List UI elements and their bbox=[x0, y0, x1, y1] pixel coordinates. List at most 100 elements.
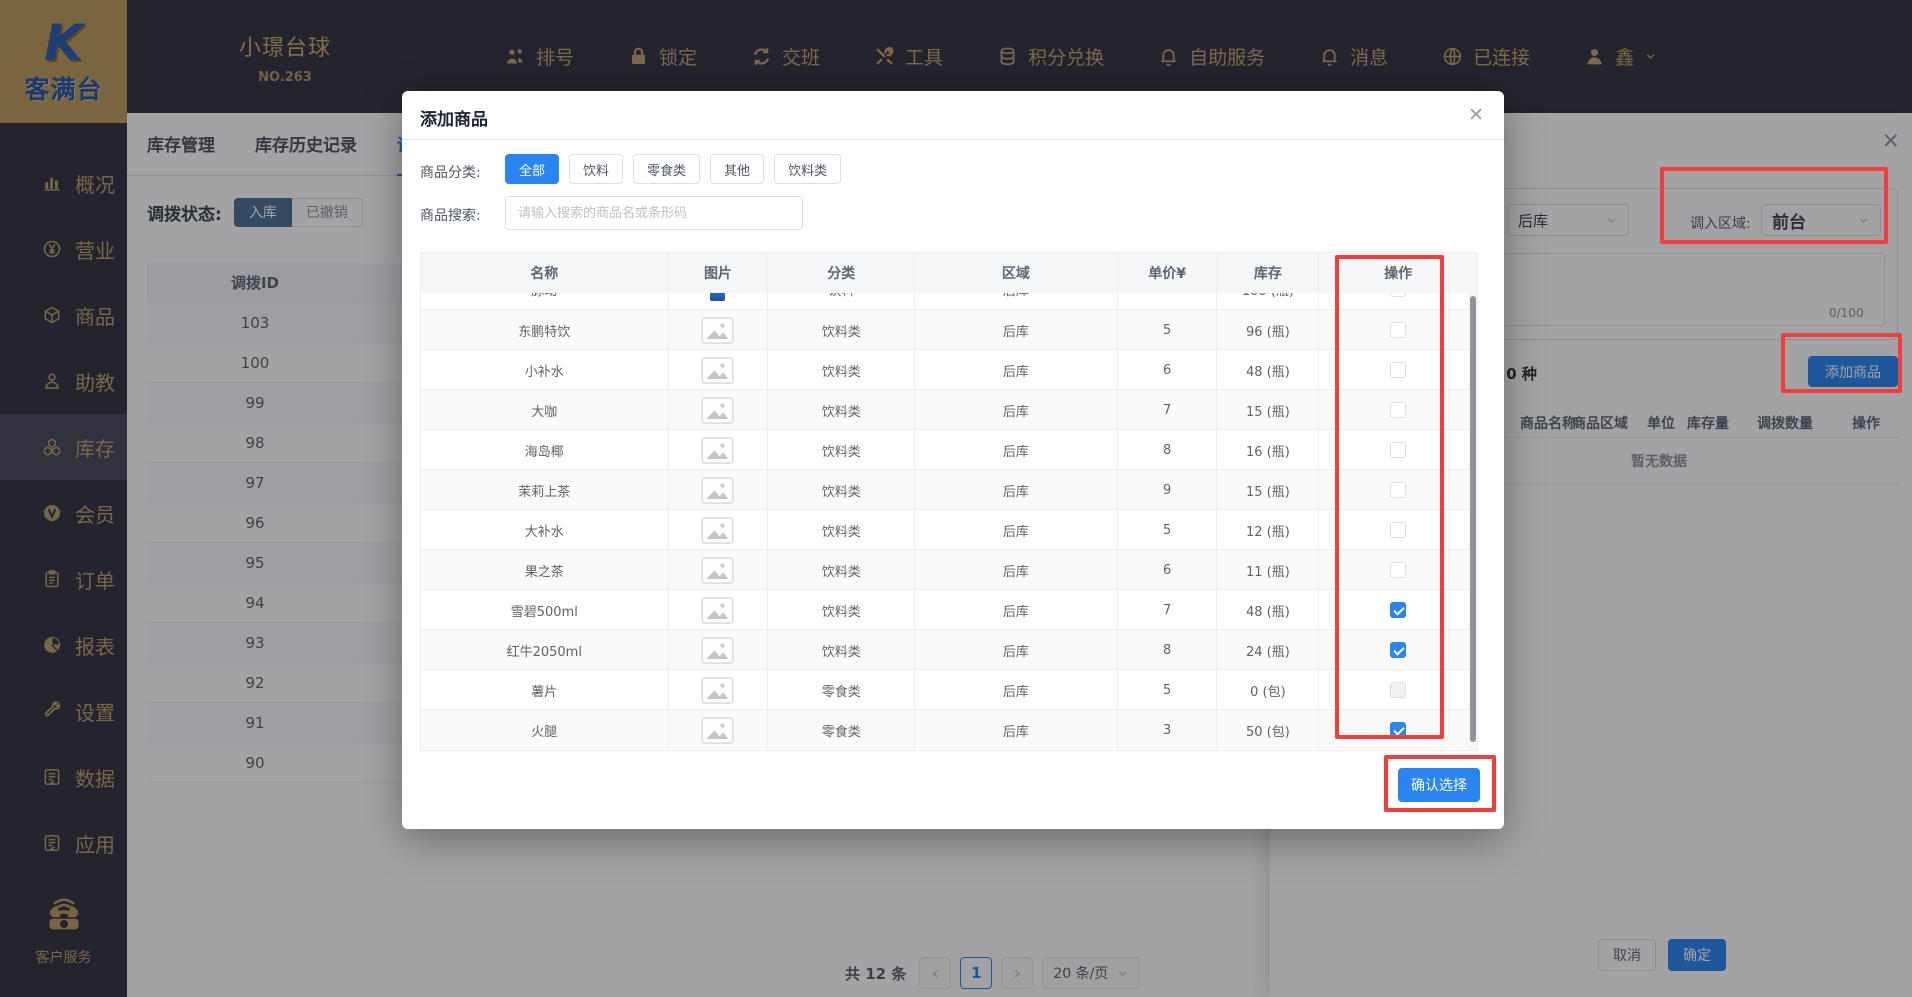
product-checkbox[interactable] bbox=[1390, 722, 1407, 738]
product-cell-area: 后库 bbox=[915, 550, 1118, 590]
product-cell-name: 海岛椰 bbox=[421, 430, 669, 470]
product-cell-check bbox=[1319, 350, 1477, 390]
product-checkbox[interactable] bbox=[1390, 362, 1407, 378]
category-chip-1[interactable]: 全部 bbox=[505, 154, 560, 184]
confirm-selection-button[interactable]: 确认选择 bbox=[1398, 768, 1480, 802]
product-table-header: 名称 图片 分类 区域 单价¥ 库存 操作 bbox=[421, 253, 1477, 293]
product-cell-name: 薯片 bbox=[421, 670, 669, 710]
product-cell-img bbox=[669, 710, 769, 750]
product-checkbox[interactable] bbox=[1390, 293, 1407, 297]
product-cell-area: 后库 bbox=[915, 470, 1118, 510]
product-cell-price: 8 bbox=[1118, 630, 1218, 670]
image-placeholder-icon bbox=[701, 516, 734, 544]
image-placeholder-icon bbox=[701, 556, 734, 584]
product-cell-check bbox=[1319, 670, 1477, 710]
product-table: 名称图片分类区域单价¥库存操作 脉动饮料后库7100 (瓶)东鹏特饮饮料类后库5… bbox=[420, 252, 1478, 751]
product-column-header: 分类 bbox=[768, 253, 916, 293]
product-cell-name: 红牛2050ml bbox=[421, 630, 669, 670]
product-cell-price: 6 bbox=[1118, 350, 1218, 390]
product-cell-stock: 15 (瓶) bbox=[1217, 470, 1320, 510]
product-cell-img bbox=[669, 550, 769, 590]
product-cell-img bbox=[669, 510, 769, 550]
product-cell-img bbox=[669, 310, 769, 350]
product-checkbox[interactable] bbox=[1390, 522, 1407, 538]
image-placeholder-icon bbox=[701, 436, 734, 464]
product-cell-price: 7 bbox=[1118, 293, 1218, 309]
product-row: 雪碧500ml 饮料类 后库 7 48 (瓶) bbox=[421, 589, 1477, 630]
product-cell-stock: 11 (瓶) bbox=[1217, 550, 1320, 590]
product-row: 海岛椰 饮料类 后库 8 16 (瓶) bbox=[421, 429, 1477, 470]
product-cell-name: 果之茶 bbox=[421, 550, 669, 590]
product-checkbox[interactable] bbox=[1390, 402, 1407, 418]
product-cell-img bbox=[669, 590, 769, 630]
product-cell-img bbox=[669, 350, 769, 390]
product-cell-price: 5 bbox=[1118, 310, 1218, 350]
category-filter-label: 商品分类: bbox=[420, 165, 481, 181]
product-row: 大咖 饮料类 后库 7 15 (瓶) bbox=[421, 389, 1477, 430]
category-chip-3[interactable]: 零食类 bbox=[633, 154, 701, 184]
product-cell-category: 零食类 bbox=[768, 670, 916, 710]
category-chip-4[interactable]: 其他 bbox=[710, 154, 765, 184]
product-checkbox[interactable] bbox=[1390, 322, 1407, 338]
category-chips: 全部 饮料 零食类 其他 饮料类 bbox=[505, 154, 842, 184]
product-checkbox[interactable] bbox=[1390, 642, 1407, 658]
product-cell-category: 零食类 bbox=[768, 710, 916, 750]
product-cell-img bbox=[669, 293, 769, 309]
product-cell-stock: 15 (瓶) bbox=[1217, 390, 1320, 430]
category-chip-5[interactable]: 饮料类 bbox=[774, 154, 842, 184]
product-checkbox[interactable] bbox=[1390, 442, 1407, 458]
table-scrollbar[interactable] bbox=[1469, 293, 1477, 750]
image-placeholder-icon bbox=[701, 356, 734, 384]
product-checkbox[interactable] bbox=[1390, 562, 1407, 578]
product-cell-stock: 100 (瓶) bbox=[1217, 293, 1320, 309]
image-placeholder-icon bbox=[701, 676, 734, 704]
product-cell-img bbox=[669, 630, 769, 670]
product-cell-category: 饮料类 bbox=[768, 310, 916, 350]
product-cell-category: 饮料类 bbox=[768, 350, 916, 390]
product-cell-name: 雪碧500ml bbox=[421, 590, 669, 630]
product-cell-name: 茉莉上茶 bbox=[421, 470, 669, 510]
product-checkbox[interactable] bbox=[1390, 682, 1407, 698]
product-cell-category: 饮料类 bbox=[768, 510, 916, 550]
product-cell-category: 饮料类 bbox=[768, 630, 916, 670]
product-row: 火腿 零食类 后库 3 50 (包) bbox=[421, 709, 1477, 750]
product-cell-category: 饮料类 bbox=[768, 430, 916, 470]
product-cell-stock: 0 (包) bbox=[1217, 670, 1320, 710]
image-placeholder-icon bbox=[701, 396, 734, 424]
product-cell-name: 火腿 bbox=[421, 710, 669, 750]
product-checkbox[interactable] bbox=[1390, 602, 1407, 618]
image-placeholder-icon bbox=[701, 316, 734, 344]
product-checkbox[interactable] bbox=[1390, 482, 1407, 498]
product-column-header: 操作 bbox=[1384, 266, 1413, 282]
product-cell-stock: 24 (瓶) bbox=[1217, 630, 1320, 670]
image-placeholder-icon bbox=[701, 596, 734, 624]
product-cell-stock: 48 (瓶) bbox=[1217, 350, 1320, 390]
product-cell-name: 大补水 bbox=[421, 510, 669, 550]
product-cell-name: 脉动 bbox=[421, 293, 669, 309]
product-cell-category: 饮料类 bbox=[768, 550, 916, 590]
product-cell-stock: 12 (瓶) bbox=[1217, 510, 1320, 550]
product-cell-price: 7 bbox=[1118, 590, 1218, 630]
product-row: 果之茶 饮料类 后库 6 11 (瓶) bbox=[421, 549, 1477, 590]
product-column-header: 单价¥ bbox=[1118, 253, 1218, 293]
product-cell-check bbox=[1319, 710, 1477, 750]
product-cell-category: 饮料类 bbox=[768, 590, 916, 630]
category-chip-2[interactable]: 饮料 bbox=[569, 154, 624, 184]
scrollbar-thumb[interactable] bbox=[1470, 296, 1476, 742]
product-search-input[interactable] bbox=[505, 196, 803, 230]
product-cell-stock: 16 (瓶) bbox=[1217, 430, 1320, 470]
modal-close-icon[interactable]: ✕ bbox=[1468, 104, 1484, 126]
product-cell-stock: 96 (瓶) bbox=[1217, 310, 1320, 350]
product-row: 小补水 饮料类 后库 6 48 (瓶) bbox=[421, 349, 1477, 390]
product-cell-price: 6 bbox=[1118, 550, 1218, 590]
image-placeholder-icon bbox=[701, 476, 734, 504]
product-row: 大补水 饮料类 后库 5 12 (瓶) bbox=[421, 509, 1477, 550]
add-product-modal: 添加商品 ✕ 商品分类: 全部饮料零食类其他饮料类 商品搜索: 名称图片分类区域… bbox=[402, 91, 1504, 829]
product-table-body: 脉动饮料后库7100 (瓶)东鹏特饮饮料类后库596 (瓶)小补水饮料类后库64… bbox=[421, 293, 1477, 750]
product-cell-stock: 50 (包) bbox=[1217, 710, 1320, 750]
product-column-header: 库存 bbox=[1217, 253, 1320, 293]
product-column-header: 区域 bbox=[915, 253, 1118, 293]
product-cell-check bbox=[1319, 510, 1477, 550]
product-cell-check bbox=[1319, 630, 1477, 670]
product-row: 红牛2050ml 饮料类 后库 8 24 (瓶) bbox=[421, 629, 1477, 670]
